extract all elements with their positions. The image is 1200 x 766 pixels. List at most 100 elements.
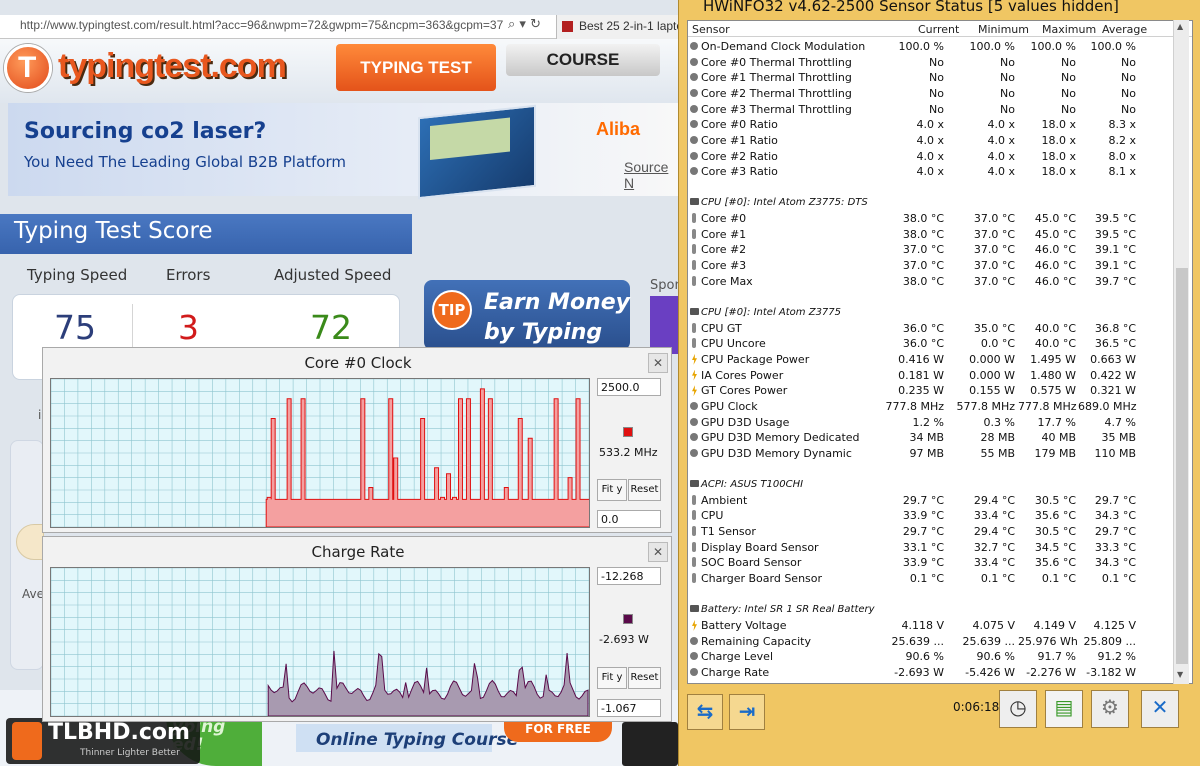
ad-link[interactable]: Source N bbox=[624, 159, 678, 191]
sensor-row[interactable]: Charge Rate -2.693 W -5.426 W -2.276 W -3.18… bbox=[688, 665, 1178, 681]
sensor-row[interactable]: Core #2 Ratio 4.0 x 4.0 x 18.0 x 8.0 x bbox=[688, 149, 1178, 165]
sensor-row[interactable]: CPU Package Power 0.416 W 0.000 W 1.495 W 0.… bbox=[688, 352, 1178, 368]
close-x-icon[interactable]: ✕ bbox=[1141, 690, 1179, 728]
score-title: Typing Test Score bbox=[0, 214, 412, 254]
clock-reset-button[interactable]: Reset bbox=[628, 479, 661, 501]
sensor-row[interactable]: CPU 33.9 °C 33.4 °C 35.6 °C 34.3 °C bbox=[688, 508, 1178, 524]
clock-min-input[interactable]: 0.0 bbox=[597, 510, 661, 528]
charge-max-input[interactable]: -12.268 bbox=[597, 567, 661, 585]
sensor-row[interactable]: T1 Sensor 29.7 °C 29.4 °C 30.5 °C 29.7 °C bbox=[688, 524, 1178, 540]
sensor-row[interactable]: Charge Level 90.6 % 90.6 % 91.7 % 91.2 % bbox=[688, 649, 1178, 665]
sensor-group[interactable]: ACPI: ASUS T100CHI bbox=[688, 477, 1178, 492]
sensor-row[interactable]: GPU Clock 777.8 MHz 577.8 MHz 777.8 MHz 689.… bbox=[688, 399, 1178, 415]
sensor-row[interactable]: SOC Board Sensor 33.9 °C 33.4 °C 35.6 °C 34.… bbox=[688, 555, 1178, 571]
log-add-icon[interactable]: ▤ bbox=[1045, 690, 1083, 728]
site-logo[interactable]: typingtest.com bbox=[58, 47, 287, 86]
sensor-row[interactable]: Core #0 Ratio 4.0 x 4.0 x 18.0 x 8.3 x bbox=[688, 117, 1178, 133]
sensor-name: GPU D3D Memory Dynamic bbox=[701, 446, 852, 460]
sensor-value: 34.5 °C bbox=[1034, 540, 1076, 554]
ad-brand[interactable]: Aliba bbox=[596, 119, 640, 140]
charge-fit-y-button[interactable]: Fit y bbox=[597, 667, 627, 689]
settings-gear-icon[interactable]: ⚙ bbox=[1091, 690, 1129, 728]
col-maximum[interactable]: Maximum bbox=[1042, 23, 1096, 36]
sensor-value: 18.0 x bbox=[1041, 165, 1077, 179]
sensor-row[interactable]: GPU D3D Usage 1.2 % 0.3 % 17.7 % 4.7 % bbox=[688, 415, 1178, 431]
sensor-group-label: ACPI: ASUS T100CHI bbox=[701, 479, 804, 491]
col-sensor[interactable]: Sensor bbox=[692, 23, 730, 36]
clock-graph-window: Core #0 Clock ✕ 2500.0 533.2 MHz Fit y R… bbox=[42, 347, 672, 533]
sensor-value: 29.4 °C bbox=[973, 525, 1015, 538]
browser-tab[interactable]: Best 25 2-in-1 lapto bbox=[556, 15, 683, 39]
sensor-row[interactable]: Ambient 29.7 °C 29.4 °C 30.5 °C 29.7 °C bbox=[688, 493, 1178, 509]
sensor-group[interactable]: Battery: Intel SR 1 SR Real Battery bbox=[688, 602, 1178, 617]
clock-color-swatch[interactable] bbox=[623, 427, 633, 437]
sensor-row[interactable]: Core Max 38.0 °C 37.0 °C 46.0 °C 39.7 °C bbox=[688, 274, 1178, 290]
chip-icon bbox=[690, 198, 699, 206]
sensor-row[interactable]: Core #3 37.0 °C 37.0 °C 46.0 °C 39.1 °C bbox=[688, 258, 1178, 274]
sponsor-panel[interactable] bbox=[650, 296, 678, 354]
sensor-row[interactable]: Core #1 Ratio 4.0 x 4.0 x 18.0 x 8.2 x bbox=[688, 133, 1178, 149]
sensor-row[interactable]: GPU D3D Memory Dedicated 34 MB 28 MB 40 MB 3… bbox=[688, 430, 1178, 446]
sensor-name: Core #3 bbox=[701, 259, 747, 273]
sensor-row[interactable]: Core #1 38.0 °C 37.0 °C 45.0 °C 39.5 °C bbox=[688, 227, 1178, 243]
sensor-row[interactable]: Core #3 Thermal Throttling No No No No bbox=[688, 102, 1178, 118]
col-average[interactable]: Average bbox=[1102, 23, 1147, 36]
sensor-row[interactable]: Remaining Capacity 25.639 ... 25.639 ... 25… bbox=[688, 634, 1178, 650]
ad-subline[interactable]: You Need The Leading Global B2B Platform bbox=[24, 153, 346, 171]
clock-icon[interactable]: ◷ bbox=[999, 690, 1037, 728]
sensor-dot-icon bbox=[690, 417, 698, 426]
sensor-row[interactable]: Core #2 Thermal Throttling No No No No bbox=[688, 86, 1178, 102]
sensor-row[interactable]: Core #0 Thermal Throttling No No No No bbox=[688, 55, 1178, 71]
earn-money-banner[interactable]: TIP Earn Money by Typing bbox=[424, 280, 630, 350]
thermometer-icon bbox=[692, 228, 696, 239]
clock-fit-y-button[interactable]: Fit y bbox=[597, 479, 627, 501]
sensor-row[interactable]: CPU GT 36.0 °C 35.0 °C 40.0 °C 36.8 °C bbox=[688, 321, 1178, 337]
nav-course[interactable]: COURSE bbox=[506, 44, 660, 76]
address-url[interactable]: http://www.typingtest.com/result.html?ac… bbox=[20, 18, 503, 32]
sensor-row[interactable]: Core #2 37.0 °C 37.0 °C 46.0 °C 39.1 °C bbox=[688, 242, 1178, 258]
charge-graph-close-button[interactable]: ✕ bbox=[648, 542, 668, 562]
sensor-row[interactable]: IA Cores Power 0.181 W 0.000 W 1.480 W 0.422… bbox=[688, 368, 1178, 384]
reload-icon[interactable]: ⌕ ▾ ↻ bbox=[508, 17, 541, 32]
charge-reset-button[interactable]: Reset bbox=[628, 667, 661, 689]
scroll-up-icon[interactable]: ▲ bbox=[1177, 22, 1183, 31]
sensor-scrollbar[interactable]: ▲ ▼ bbox=[1173, 20, 1189, 684]
sensor-value: No bbox=[1061, 55, 1076, 69]
sensor-value: 37.0 °C bbox=[973, 274, 1015, 288]
sensor-value: No bbox=[1121, 55, 1136, 69]
ad-headline[interactable]: Sourcing co2 laser? bbox=[24, 119, 266, 144]
expand-arrows-icon[interactable]: ⇆ bbox=[687, 694, 723, 730]
sensor-row[interactable]: GPU D3D Memory Dynamic 97 MB 55 MB 179 MB 11… bbox=[688, 446, 1178, 462]
scroll-thumb[interactable] bbox=[1176, 268, 1188, 664]
sensor-row[interactable]: GT Cores Power 0.235 W 0.155 W 0.575 W 0.321… bbox=[688, 383, 1178, 399]
col-current[interactable]: Current bbox=[918, 23, 959, 36]
sensor-group[interactable]: CPU [#0]: Intel Atom Z3775 bbox=[688, 305, 1178, 320]
sensor-row[interactable]: CPU Uncore 36.0 °C 0.0 °C 40.0 °C 36.5 °C bbox=[688, 336, 1178, 352]
collapse-arrows-icon[interactable]: ⇥ bbox=[729, 694, 765, 730]
clock-graph-close-button[interactable]: ✕ bbox=[648, 353, 668, 373]
online-course-text[interactable]: Online Typing Course bbox=[316, 730, 518, 750]
scroll-down-icon[interactable]: ▼ bbox=[1177, 670, 1183, 679]
ad-banner[interactable]: Sourcing co2 laser? You Need The Leading… bbox=[8, 103, 678, 200]
sensor-row[interactable]: On-Demand Clock Modulation 100.0 % 100.0 %… bbox=[688, 39, 1178, 55]
nav-typing-test[interactable]: TYPING TEST bbox=[336, 44, 496, 91]
sensor-row[interactable]: Charger Board Sensor 0.1 °C 0.1 °C 0.1 °C 0.… bbox=[688, 571, 1178, 587]
sensor-row[interactable]: Core #3 Ratio 4.0 x 4.0 x 18.0 x 8.1 x bbox=[688, 164, 1178, 180]
charge-min-input[interactable]: -1.067 bbox=[597, 699, 661, 717]
chip-icon bbox=[690, 605, 699, 613]
logo-icon[interactable]: T bbox=[4, 44, 52, 92]
col-minimum[interactable]: Minimum bbox=[978, 23, 1029, 36]
side-button[interactable] bbox=[16, 524, 44, 560]
sensor-group[interactable]: CPU [#0]: Intel Atom Z3775: DTS bbox=[688, 195, 1178, 210]
sensor-name: Core #1 bbox=[701, 227, 747, 241]
sensor-name: T1 Sensor bbox=[701, 525, 756, 538]
sensor-row[interactable]: Core #0 38.0 °C 37.0 °C 45.0 °C 39.5 °C bbox=[688, 211, 1178, 227]
sensor-row[interactable]: Display Board Sensor 33.1 °C 32.7 °C 34.5 °… bbox=[688, 540, 1178, 556]
sensor-value: 0.1 °C bbox=[1101, 571, 1136, 585]
sensor-row[interactable]: Core #1 Thermal Throttling No No No No bbox=[688, 70, 1178, 86]
clock-max-input[interactable]: 2500.0 bbox=[597, 378, 661, 396]
sensor-row[interactable]: Battery Voltage 4.118 V 4.075 V 4.149 V 4.12… bbox=[688, 618, 1178, 634]
sensor-name: SOC Board Sensor bbox=[701, 556, 802, 570]
sensor-value: No bbox=[929, 86, 944, 100]
charge-color-swatch[interactable] bbox=[623, 614, 633, 624]
